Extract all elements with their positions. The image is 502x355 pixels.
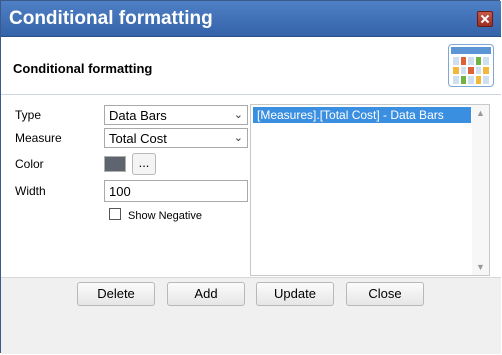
chevron-down-icon[interactable]: ▼ xyxy=(476,262,485,272)
delete-button[interactable]: Delete xyxy=(77,282,155,306)
list-item[interactable]: [Measures].[Total Cost] - Data Bars xyxy=(253,107,471,123)
chevron-down-icon: ⌄ xyxy=(233,132,243,144)
show-negative-checkbox[interactable] xyxy=(109,208,121,220)
type-select[interactable]: Data Bars ⌄ xyxy=(104,105,248,125)
type-select-value: Data Bars xyxy=(109,108,167,123)
update-button[interactable]: Update xyxy=(256,282,334,306)
measure-label: Measure xyxy=(15,131,62,145)
rules-listbox[interactable]: [Measures].[Total Cost] - Data Bars ▲ ▼ xyxy=(250,104,490,276)
color-label: Color xyxy=(15,157,44,171)
window-title: Conditional formatting xyxy=(9,8,213,29)
dialog-header: Conditional formatting xyxy=(1,37,501,95)
close-button[interactable]: Close xyxy=(346,282,424,306)
add-button[interactable]: Add xyxy=(167,282,245,306)
measure-select-value: Total Cost xyxy=(109,131,167,146)
close-icon[interactable] xyxy=(477,11,493,27)
dialog-footer: Delete Add Update Close xyxy=(1,277,501,354)
title-bar[interactable]: Conditional formatting xyxy=(1,1,501,37)
width-label: Width xyxy=(15,184,46,198)
dialog-body: Type Data Bars ⌄ Measure Total Cost ⌄ Co… xyxy=(1,95,501,277)
chevron-down-icon: ⌄ xyxy=(233,109,243,121)
calendar-grid-icon xyxy=(448,44,494,87)
header-title: Conditional formatting xyxy=(13,61,153,76)
measure-select[interactable]: Total Cost ⌄ xyxy=(104,128,248,148)
chevron-up-icon[interactable]: ▲ xyxy=(476,108,485,118)
width-input[interactable]: 100 xyxy=(104,180,248,202)
listbox-scrollbar[interactable]: ▲ ▼ xyxy=(472,105,489,275)
show-negative-label: Show Negative xyxy=(128,210,202,222)
type-label: Type xyxy=(15,108,42,122)
color-swatch[interactable] xyxy=(104,156,126,172)
conditional-formatting-dialog: Conditional formatting Conditional forma… xyxy=(0,0,501,354)
color-picker-button[interactable]: ... xyxy=(132,153,156,175)
